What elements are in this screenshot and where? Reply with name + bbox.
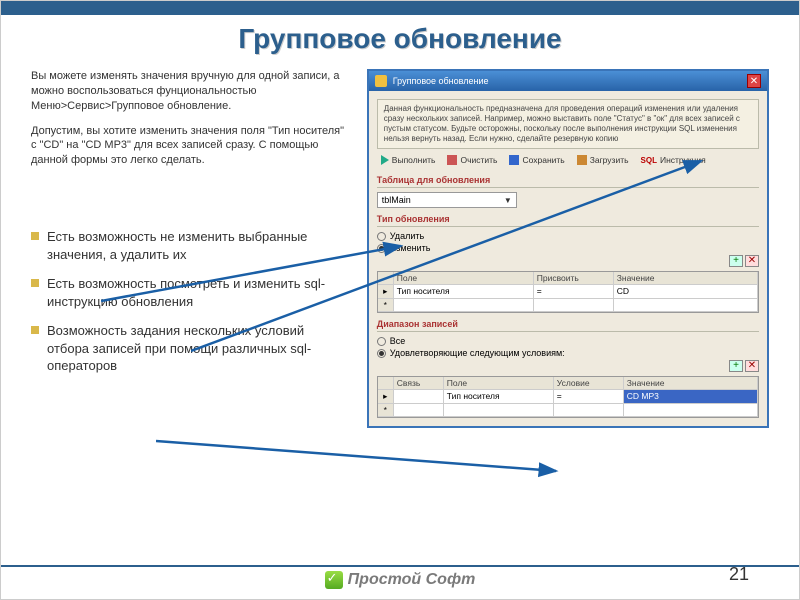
slide-title: Групповое обновление <box>1 23 799 55</box>
add-row-button[interactable]: + <box>729 255 743 267</box>
intro-paragraph-2: Допустим, вы хотите изменить значения по… <box>31 124 349 169</box>
grid-cell[interactable] <box>444 404 554 417</box>
update-grid: Поле Присвоить Значение ▸ Тип носителя =… <box>377 271 759 313</box>
clear-button[interactable]: Очистить <box>443 154 501 166</box>
load-icon <box>577 155 587 165</box>
bullet-item: Есть возможность не изменить выбранные з… <box>31 228 349 263</box>
grid-cell[interactable]: Тип носителя <box>394 285 534 299</box>
grid-cell[interactable] <box>534 299 614 312</box>
check-icon <box>325 571 343 589</box>
grid-header: Связь <box>394 377 444 390</box>
radio-all-label: Все <box>390 336 406 346</box>
radio-delete-label: Удалить <box>390 231 424 241</box>
dialog-titlebar[interactable]: Групповое обновление ✕ <box>369 71 767 91</box>
radio-icon <box>377 337 386 346</box>
table-combo[interactable]: tblMain ▼ <box>377 192 517 208</box>
radio-all[interactable]: Все <box>377 336 759 346</box>
row-marker-icon: * <box>378 299 394 312</box>
radio-conditions[interactable]: Удовлетворяющие следующим условиям: <box>377 348 759 358</box>
bullet-item: Есть возможность посмотреть и изменить s… <box>31 275 349 310</box>
run-button[interactable]: Выполнить <box>377 154 440 166</box>
grid-cell[interactable]: = <box>534 285 614 299</box>
grid-cell[interactable]: CD <box>614 285 758 299</box>
grid-cell[interactable] <box>394 390 444 404</box>
section-type-title: Тип обновления <box>377 214 759 227</box>
grid-cell[interactable] <box>614 299 758 312</box>
grid-cell[interactable]: Тип носителя <box>444 390 554 404</box>
bullet-text: Есть возможность посмотреть и изменить s… <box>47 275 349 310</box>
range-grid: Связь Поле Условие Значение ▸ Тип носите… <box>377 376 759 418</box>
grid-header: Поле <box>394 272 534 285</box>
grid-header: Условие <box>554 377 624 390</box>
radio-change[interactable]: Изменить <box>377 243 759 253</box>
brand-text: Простой Софт <box>348 571 476 589</box>
intro-paragraph-1: Вы можете изменять значения вручную для … <box>31 69 349 114</box>
grid-cell[interactable] <box>394 404 444 417</box>
dialog-title-text: Групповое обновление <box>393 76 489 86</box>
bullet-icon <box>31 326 39 334</box>
save-icon <box>509 155 519 165</box>
radio-icon <box>377 349 386 358</box>
delete-row-button[interactable]: ✕ <box>745 255 759 267</box>
toolbar: Выполнить Очистить Сохранить Загрузить S… <box>377 149 759 169</box>
dialog-icon <box>375 75 387 87</box>
sql-icon: SQL <box>641 156 657 165</box>
radio-cond-label: Удовлетворяющие следующим условиям: <box>390 348 565 358</box>
clear-label: Очистить <box>460 155 497 165</box>
arrow-annotation <box>156 431 586 481</box>
grid-cell[interactable] <box>554 404 624 417</box>
bullet-icon <box>31 279 39 287</box>
grid-header: Значение <box>614 272 758 285</box>
radio-delete[interactable]: Удалить <box>377 231 759 241</box>
row-marker-icon: * <box>378 404 394 417</box>
radio-icon <box>377 232 386 241</box>
top-bar <box>1 1 799 15</box>
play-icon <box>381 155 389 165</box>
save-label: Сохранить <box>522 155 564 165</box>
grid-cell[interactable] <box>624 404 758 417</box>
radio-change-label: Изменить <box>390 243 431 253</box>
grid-header: Поле <box>444 377 554 390</box>
bullet-text: Есть возможность не изменить выбранные з… <box>47 228 349 263</box>
clear-icon <box>447 155 457 165</box>
brand-logo: Простой Софт <box>325 571 476 589</box>
dialog-window: Групповое обновление ✕ Данная функционал… <box>367 69 769 428</box>
bullet-item: Возможность задания нескольких условий о… <box>31 322 349 375</box>
grid-cell[interactable]: = <box>554 390 624 404</box>
grid-marker-header <box>378 272 394 285</box>
grid-cell[interactable] <box>394 299 534 312</box>
chevron-down-icon: ▼ <box>504 196 512 205</box>
radio-icon <box>377 244 386 253</box>
page-number: 21 <box>729 564 749 585</box>
grid-marker-header <box>378 377 394 390</box>
grid-header: Присвоить <box>534 272 614 285</box>
info-box: Данная функциональность предназначена дл… <box>377 99 759 149</box>
section-range-title: Диапазон записей <box>377 319 759 332</box>
row-marker-icon: ▸ <box>378 390 394 404</box>
footer: Простой Софт 21 <box>1 565 799 599</box>
save-button[interactable]: Сохранить <box>505 154 568 166</box>
table-value: tblMain <box>382 195 411 205</box>
add-row-button[interactable]: + <box>729 360 743 372</box>
section-table-title: Таблица для обновления <box>377 175 759 188</box>
delete-row-button[interactable]: ✕ <box>745 360 759 372</box>
row-marker-icon: ▸ <box>378 285 394 299</box>
close-icon[interactable]: ✕ <box>747 74 761 88</box>
grid-header: Значение <box>624 377 758 390</box>
grid-cell[interactable]: CD MP3 <box>624 390 758 404</box>
sql-button[interactable]: SQLИнструкция <box>637 154 710 166</box>
instr-label: Инструкция <box>660 155 706 165</box>
run-label: Выполнить <box>392 155 436 165</box>
bullet-icon <box>31 232 39 240</box>
bullet-text: Возможность задания нескольких условий о… <box>47 322 349 375</box>
left-column: Вы можете изменять значения вручную для … <box>31 69 349 428</box>
load-button[interactable]: Загрузить <box>573 154 633 166</box>
load-label: Загрузить <box>590 155 629 165</box>
